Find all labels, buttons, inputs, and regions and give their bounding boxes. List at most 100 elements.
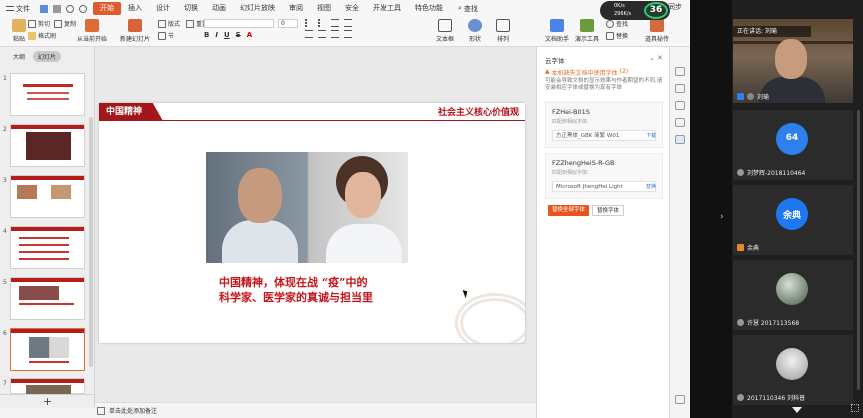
notes-icon	[97, 406, 105, 415]
tab-design[interactable]: 设计	[149, 2, 177, 15]
find-button[interactable]: 查找	[606, 19, 628, 28]
tab-security[interactable]: 安全	[338, 2, 366, 15]
font-family-select[interactable]	[204, 19, 274, 28]
notes-placeholder: 单击此处添加备注	[109, 408, 158, 415]
properties-icon[interactable]	[675, 67, 685, 76]
tab-outline[interactable]: 大纲	[8, 51, 30, 62]
tab-insert[interactable]: 插入	[121, 2, 149, 15]
font-card: FZZhengHeiS-R-GB 匹配到相似字体: Microsoft Jhen…	[545, 153, 663, 199]
thumbnails-scrollbar[interactable]	[89, 117, 93, 367]
justify-icon[interactable]	[344, 30, 352, 38]
add-slide-button[interactable]: +	[0, 394, 95, 408]
tab-view[interactable]: 视图	[310, 2, 338, 15]
font-suggestion[interactable]: 方正黑体_GBK 简繁 W01	[552, 130, 656, 141]
slide-thumbnails-panel: 大纲 幻灯片 1 2 3 4 5 6 7 +	[0, 47, 95, 408]
layout-button[interactable]: 版式	[158, 19, 180, 28]
paste-label: 粘贴	[12, 36, 25, 43]
format-painter-button[interactable]: 格式刷	[28, 31, 56, 40]
tab-home[interactable]: 开始	[93, 2, 121, 15]
new-slide-button[interactable]: 新建幻灯片	[114, 19, 156, 43]
strikethrough-icon[interactable]: S	[236, 31, 241, 39]
collapse-arrow-icon[interactable]: ›	[720, 212, 724, 222]
participant-tile[interactable]: 64 刘梦辉-2018110464	[733, 110, 853, 180]
talk-icon	[650, 19, 664, 32]
font-suggestion[interactable]: Microsoft JhengHei Light	[552, 181, 656, 192]
cut-button[interactable]: 剪切	[28, 19, 50, 28]
speaker-name: 刘瑜	[757, 94, 770, 101]
align-left-icon[interactable]	[305, 30, 313, 38]
section-button[interactable]: 节	[158, 31, 174, 40]
tab-animation[interactable]: 动画	[205, 2, 233, 15]
host-icon	[737, 93, 744, 100]
arrange-button[interactable]: 排列	[486, 19, 520, 43]
tab-developer[interactable]: 开发工具	[366, 2, 408, 15]
ribbon-toolbar: 粘贴 剪切 复制 格式刷 从当前开始 新建幻灯片 版式 节 重置 0 B I U…	[0, 17, 690, 47]
font-color-icon[interactable]: A	[247, 31, 252, 39]
slide-photo[interactable]	[206, 152, 408, 263]
panel-close-icon[interactable]: ⌄ ✕	[649, 54, 663, 62]
bullets-icon[interactable]	[305, 19, 313, 27]
doc-assistant-button[interactable]: 文档助手	[540, 19, 574, 43]
avatar	[776, 348, 808, 380]
animation-icon[interactable]	[675, 84, 685, 93]
file-menu[interactable]: 文件	[2, 2, 34, 15]
participant-tile[interactable]: 许慧 2017113568	[733, 260, 853, 330]
menu-search[interactable]: ⌕ 查找	[458, 4, 478, 14]
thumb-number: 4	[3, 228, 7, 235]
tab-slides[interactable]: 幻灯片	[33, 51, 62, 62]
slide-header: 中国精神 社会主义核心价值观	[99, 103, 525, 121]
save-icon[interactable]	[40, 4, 48, 13]
slide-thumbnail-1[interactable]	[10, 73, 85, 116]
undo-icon[interactable]	[66, 4, 74, 13]
tab-slideshow[interactable]: 幻灯片放映	[233, 2, 282, 15]
participant-tile[interactable]: 2017110346 刘科普	[733, 335, 853, 405]
from-current-button[interactable]: 从当前开始	[72, 19, 112, 43]
font-download-link[interactable]: 下载	[646, 132, 656, 139]
current-slide[interactable]: 中国精神 社会主义核心价值观 中国精神，体现在战 “疫”中的 科学家、医学家的真…	[99, 103, 525, 343]
redo-icon[interactable]	[79, 4, 87, 13]
scroll-down-icon[interactable]	[792, 407, 802, 413]
tab-transitions[interactable]: 切换	[177, 2, 205, 15]
print-icon[interactable]	[53, 4, 61, 13]
slide-thumbnail-7[interactable]	[10, 378, 85, 395]
slide-thumbnail-2[interactable]	[10, 124, 85, 167]
tab-features[interactable]: 特色功能	[408, 2, 450, 15]
presentation-tools-button[interactable]: 演示工具	[570, 19, 604, 43]
mouse-cursor	[462, 288, 470, 299]
slide-thumbnail-4[interactable]	[10, 226, 85, 269]
warning-icon: ▲	[545, 68, 550, 75]
font-size-select[interactable]: 0	[278, 19, 298, 28]
bold-icon[interactable]: B	[204, 31, 209, 39]
participants-scrollbar[interactable]	[857, 110, 860, 390]
settings-icon[interactable]	[675, 395, 685, 404]
align-center-icon[interactable]	[318, 30, 326, 38]
slide-thumbnail-6[interactable]	[10, 328, 85, 371]
replace-all-fonts-button[interactable]: 替换全部字体	[548, 205, 590, 216]
replace-icon	[606, 31, 614, 40]
mic-icon	[737, 319, 744, 326]
underline-icon[interactable]: U	[224, 31, 230, 39]
new-slide-label: 新建幻灯片	[119, 36, 150, 43]
template-icon[interactable]	[675, 118, 685, 127]
indent-icon[interactable]	[331, 19, 339, 27]
font-icon[interactable]	[675, 135, 685, 144]
from-current-label: 从当前开始	[76, 36, 107, 43]
slide-thumbnail-5[interactable]	[10, 277, 85, 320]
transition-icon[interactable]	[675, 101, 685, 110]
replace-fonts-button[interactable]: 替换字体	[592, 205, 625, 216]
replace-button[interactable]: 替换	[606, 31, 628, 40]
talk-button[interactable]: 道具秘传	[640, 19, 674, 43]
slide-caption[interactable]: 中国精神，体现在战 “疫”中的 科学家、医学家的真诚与担当里	[219, 275, 373, 305]
align-right-icon[interactable]	[331, 30, 339, 38]
tab-review[interactable]: 审阅	[282, 2, 310, 15]
font-replace-link[interactable]: 替换	[646, 183, 656, 190]
numbering-icon[interactable]	[318, 19, 326, 27]
text-box-button[interactable]: 文本框	[428, 19, 462, 43]
grid-view-icon[interactable]	[851, 404, 859, 412]
slide-thumbnail-3[interactable]	[10, 175, 85, 218]
italic-icon[interactable]: I	[215, 31, 218, 39]
section-label: 节	[168, 33, 175, 40]
notes-bar[interactable]: 单击此处添加备注	[95, 402, 536, 418]
participant-tile[interactable]: 余典 余典	[733, 185, 853, 255]
outdent-icon[interactable]	[344, 19, 352, 27]
